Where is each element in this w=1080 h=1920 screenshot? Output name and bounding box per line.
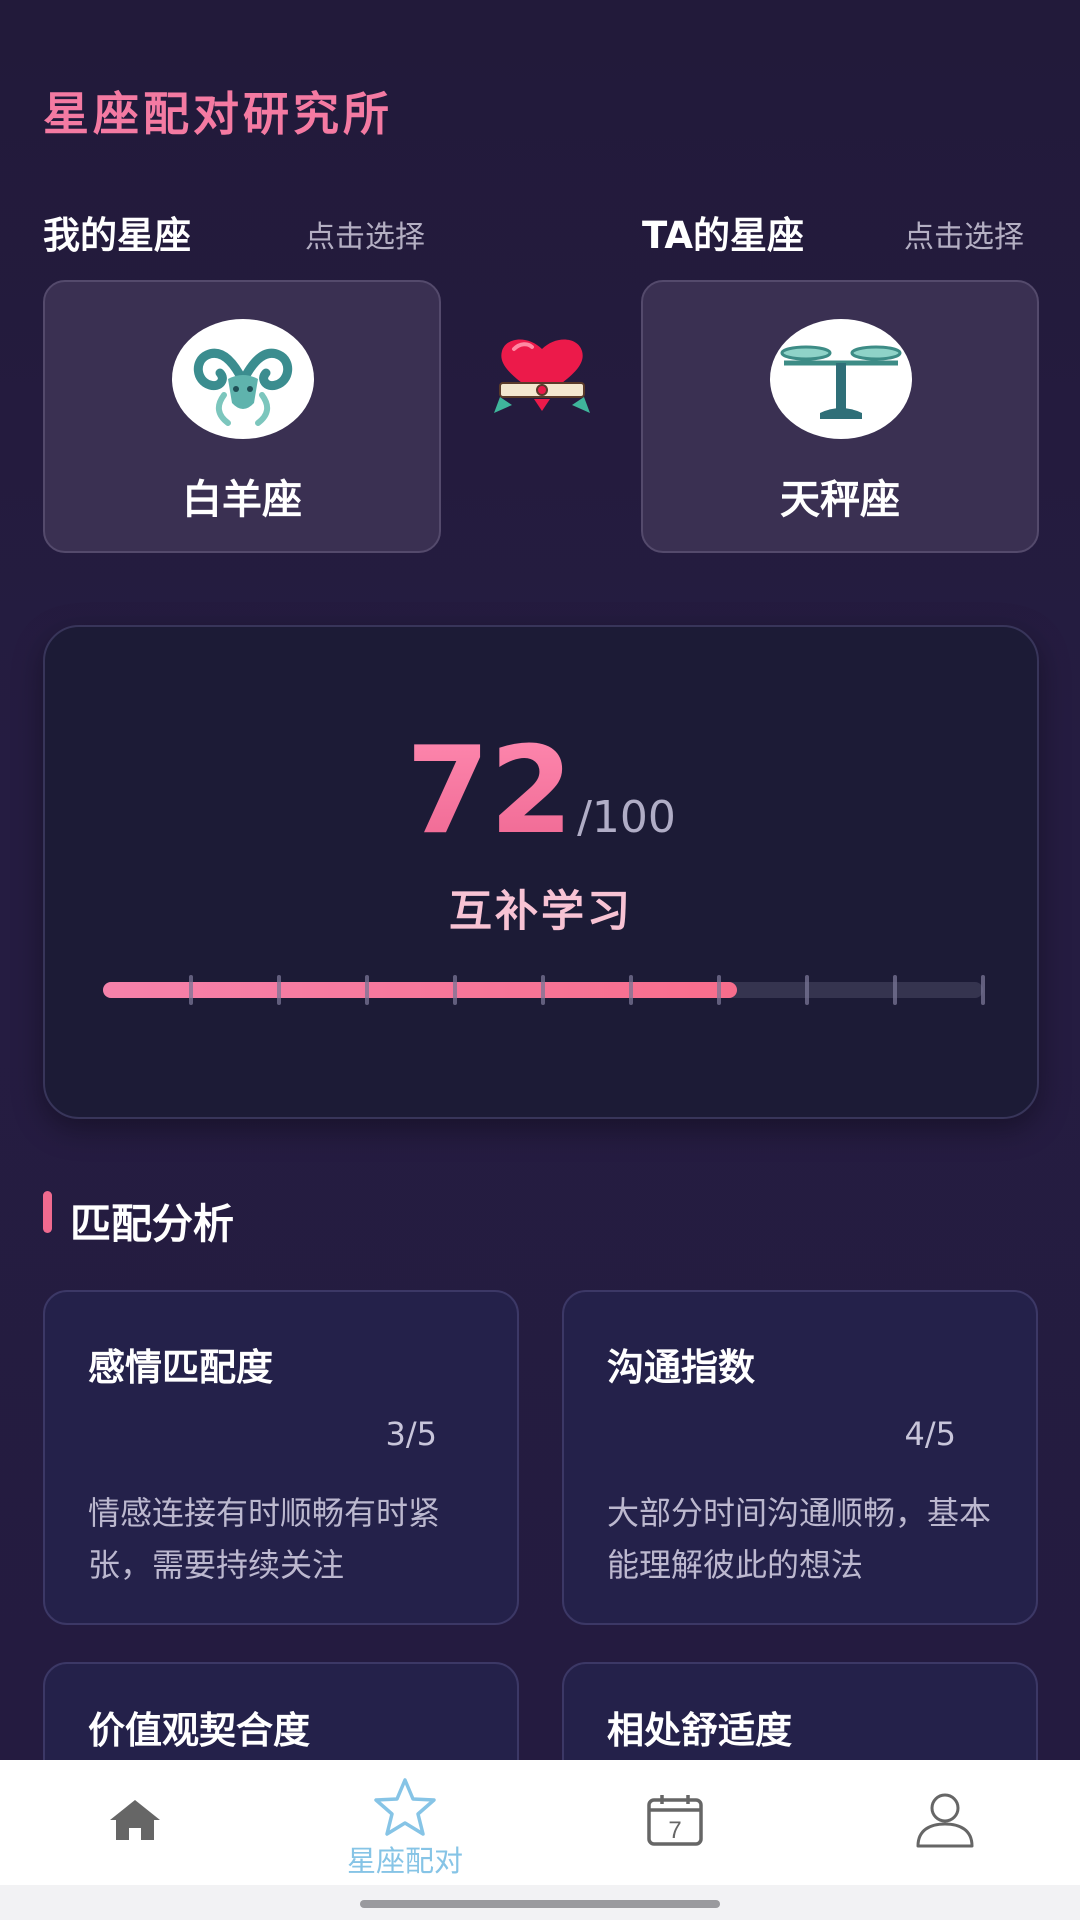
analysis-card-emotion: 感情匹配度 3/5 情感连接有时顺畅有时紧张，需要持续关注 [43,1290,519,1625]
analysis-card-desc: 大部分时间沟通顺畅，基本能理解彼此的想法 [607,1494,992,1584]
bottom-tab-bar: 星座配对 7 [0,1760,1080,1885]
analysis-card-title: 感情匹配度 [88,1346,273,1389]
match-type-label: 互补学习 [449,887,633,937]
analysis-card-title: 价值观契合度 [88,1709,310,1752]
score-progress-bar [103,975,985,1005]
progress-tick [365,975,369,1005]
analysis-card-title: 沟通指数 [607,1346,755,1389]
tab-profile[interactable] [810,1760,1080,1885]
progress-tick [805,975,809,1005]
score-progress-fill [103,982,737,998]
my-sign-header: 我的星座 [43,214,191,257]
analysis-card-desc: 情感连接有时顺畅有时紧张，需要持续关注 [88,1494,441,1584]
calendar-icon: 7 [647,1795,703,1846]
tab-label: 星座配对 [346,1844,463,1878]
progress-tick [629,975,633,1005]
score-value: 72 [406,722,574,861]
app-title: 星座配对研究所 [43,87,393,141]
libra-icon [770,319,912,439]
my-sign-select-hint[interactable]: 点击选择 [305,212,425,256]
analysis-card-score: 3/5 [385,1415,438,1453]
section-accent-bar [43,1191,52,1233]
their-sign-card[interactable]: 天秤座 [641,280,1039,553]
analysis-section-title: 匹配分析 [70,1200,234,1248]
my-sign-card[interactable]: 白羊座 [43,280,441,553]
progress-tick [717,975,721,1005]
tab-calendar[interactable]: 7 [540,1760,810,1885]
progress-tick [277,975,281,1005]
compatibility-score-card: 72/100 互补学习 [43,625,1039,1119]
their-sign-select-hint[interactable]: 点击选择 [904,212,1024,256]
analysis-card-score: 4/5 [904,1415,957,1453]
user-icon [916,1793,974,1848]
progress-tick [981,975,985,1005]
their-sign-name: 天秤座 [780,477,900,523]
home-indicator[interactable] [360,1900,720,1908]
tab-home[interactable] [0,1760,270,1885]
progress-tick [541,975,545,1005]
heart-icon [492,335,592,420]
progress-tick [453,975,457,1005]
score-total: /100 [577,792,676,843]
analysis-card-communication: 沟通指数 4/5 大部分时间沟通顺畅，基本能理解彼此的想法 [562,1290,1038,1625]
calendar-day: 7 [668,1817,681,1844]
their-sign-header: TA的星座 [642,214,805,257]
tab-match[interactable]: 星座配对 [270,1760,540,1885]
analysis-card-title: 相处舒适度 [607,1709,792,1752]
progress-tick [189,975,193,1005]
aries-icon [172,319,314,439]
my-sign-name: 白羊座 [182,477,302,523]
progress-tick [893,975,897,1005]
star-icon [374,1778,436,1836]
score-line: 72/100 [45,722,1037,861]
home-icon [110,1800,160,1840]
